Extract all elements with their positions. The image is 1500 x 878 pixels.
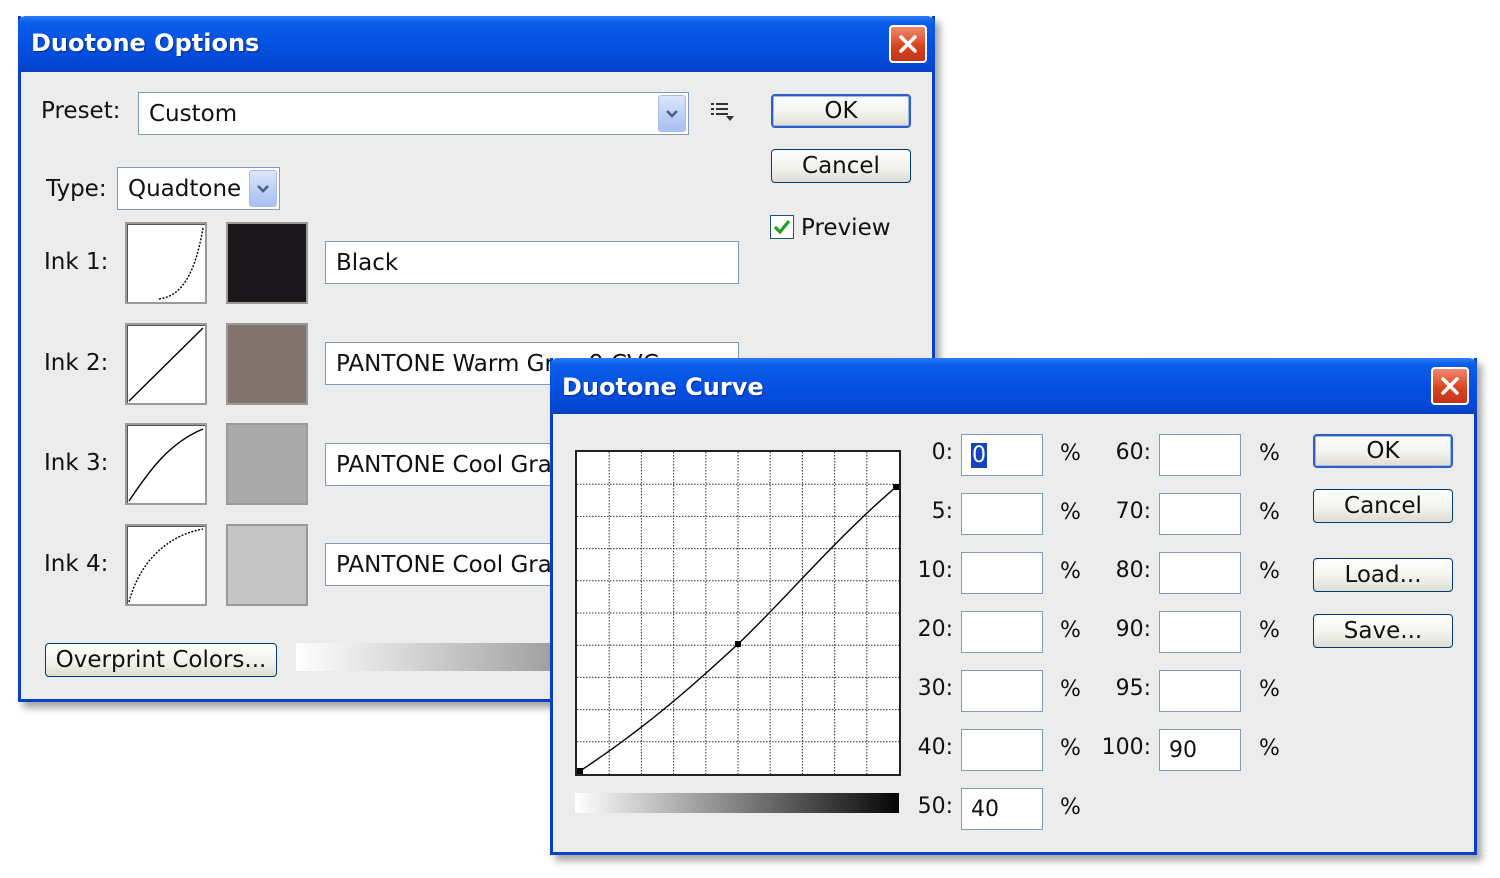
percent-label-20: 20: [917,617,953,642]
preview-label[interactable]: Preview [801,215,891,241]
cancel-button[interactable]: Cancel [771,149,911,183]
percent-sign: % [1259,441,1280,466]
close-button[interactable] [889,25,927,63]
percent-label-60: 60: [1115,440,1151,465]
ink-3-color-swatch[interactable] [226,423,308,505]
percent-label-95: 95: [1115,676,1151,701]
cancel-button[interactable]: Cancel [1313,489,1453,523]
checkmark-icon [773,219,791,235]
percent-label-5: 5: [931,499,953,524]
percent-sign: % [1259,736,1280,761]
ok-button[interactable]: OK [771,94,911,128]
type-value: Quadtone [128,175,242,202]
percent-input-50[interactable]: 40 [961,788,1043,830]
percent-input-95[interactable] [1159,670,1241,712]
ink-1-label: Ink 1: [44,249,109,275]
save-button[interactable]: Save... [1313,614,1453,648]
percent-input-5[interactable] [961,493,1043,535]
duotone-curve-dialog: Duotone Curve 0: 0 % 5: % 10: % 20: % 30… [550,358,1477,855]
ink-3-label: Ink 3: [44,450,109,476]
percent-sign: % [1060,500,1081,525]
percent-input-40[interactable] [961,729,1043,771]
duotone-curve-titlebar[interactable]: Duotone Curve [550,358,1477,414]
ink-2-color-swatch[interactable] [226,323,308,405]
ink-2-curve-thumbnail[interactable] [125,323,207,405]
percent-sign: % [1060,618,1081,643]
close-button[interactable] [1431,367,1469,405]
ink-1-name-field[interactable]: Black [325,241,739,284]
chevron-down-icon[interactable] [249,170,277,207]
preset-value: Custom [149,100,238,127]
duotone-curve-title: Duotone Curve [562,373,764,401]
percent-input-0[interactable]: 0 [961,434,1043,476]
type-label: Type: [46,176,107,202]
curve-point [735,641,741,647]
ink-1-curve-thumbnail[interactable] [125,222,207,304]
percent-label-30: 30: [917,676,953,701]
percent-label-90: 90: [1115,617,1151,642]
percent-sign: % [1259,500,1280,525]
percent-input-90[interactable] [1159,611,1241,653]
curve-graph[interactable] [575,450,901,776]
percent-label-10: 10: [917,558,953,583]
percent-label-80: 80: [1115,558,1151,583]
chevron-down-icon[interactable] [658,95,686,132]
close-icon [899,35,917,53]
duotone-options-titlebar[interactable]: Duotone Options [18,16,935,72]
duotone-options-title: Duotone Options [31,29,260,57]
percent-sign: % [1259,677,1280,702]
ink-3-curve-thumbnail[interactable] [125,423,207,505]
preset-select[interactable]: Custom [138,92,689,135]
percent-input-20[interactable] [961,611,1043,653]
percent-label-100: 100: [1101,735,1151,760]
percent-sign: % [1259,618,1280,643]
percent-label-40: 40: [917,735,953,760]
close-icon [1441,377,1459,395]
percent-input-100[interactable]: 90 [1159,729,1241,771]
load-button[interactable]: Load... [1313,558,1453,592]
percent-sign: % [1060,441,1081,466]
ink-4-color-swatch[interactable] [226,524,308,606]
percent-label-50: 50: [917,794,953,819]
ink-4-curve-thumbnail[interactable] [125,524,207,606]
percent-label-70: 70: [1115,499,1151,524]
percent-input-10[interactable] [961,552,1043,594]
overprint-colors-button[interactable]: Overprint Colors... [45,643,277,677]
percent-input-60[interactable] [1159,434,1241,476]
percent-sign: % [1060,559,1081,584]
percent-sign: % [1060,736,1081,761]
type-select[interactable]: Quadtone [117,167,280,210]
percent-input-80[interactable] [1159,552,1241,594]
ink-2-label: Ink 2: [44,350,109,376]
curve-point [893,484,899,490]
percent-input-70[interactable] [1159,493,1241,535]
percent-input-30[interactable] [961,670,1043,712]
percent-sign: % [1060,677,1081,702]
ink-1-color-swatch[interactable] [226,222,308,304]
curve-point [577,768,583,774]
percent-sign: % [1060,795,1081,820]
preview-checkbox[interactable] [770,215,794,239]
preset-options-menu-icon[interactable] [709,100,737,124]
percent-sign: % [1259,559,1280,584]
ink-4-label: Ink 4: [44,551,109,577]
curve-gradient-bar [575,793,899,813]
percent-label-0: 0: [931,440,953,465]
ok-button[interactable]: OK [1313,434,1453,468]
preset-label: Preset: [41,98,121,124]
